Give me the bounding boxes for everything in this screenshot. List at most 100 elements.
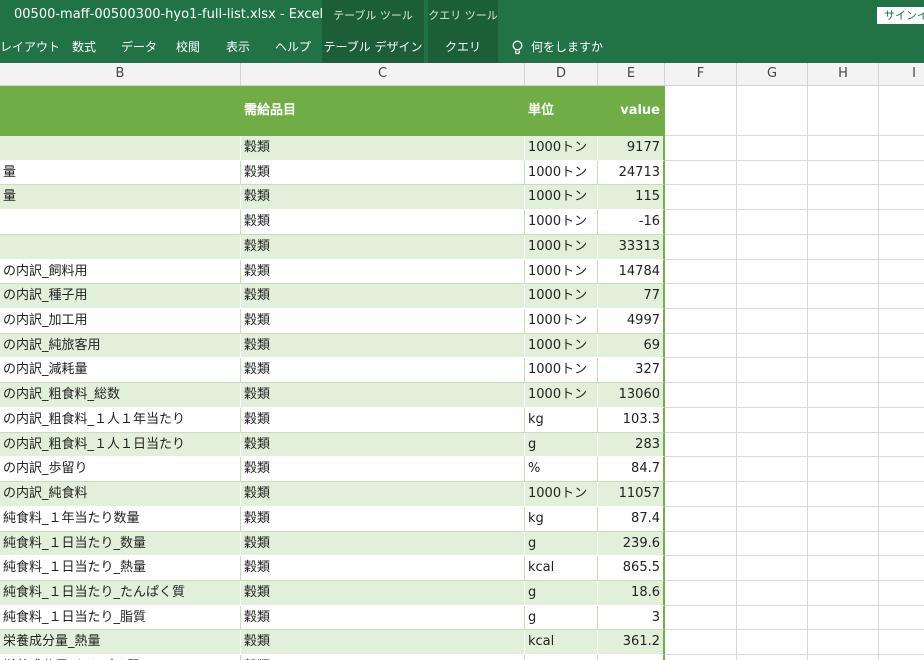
- empty-cell[interactable]: [737, 432, 808, 458]
- cell-e[interactable]: 7.8: [598, 655, 665, 660]
- tab-view[interactable]: 表示: [226, 32, 250, 63]
- cell-e[interactable]: 327: [598, 358, 665, 384]
- cell-b[interactable]: の内訳_純旅客用: [0, 333, 241, 359]
- cell-d[interactable]: 単位: [525, 86, 598, 136]
- cell-b[interactable]: の内訳_種子用: [0, 284, 241, 310]
- tab-page-layout[interactable]: レイアウト: [0, 32, 60, 63]
- empty-cell[interactable]: [665, 556, 737, 581]
- empty-cell[interactable]: [665, 86, 737, 136]
- empty-cell[interactable]: [665, 309, 737, 334]
- cell-c[interactable]: 穀類: [241, 630, 525, 656]
- cell-c[interactable]: 穀類: [241, 506, 525, 532]
- cell-e[interactable]: -16: [598, 210, 665, 235]
- empty-cell[interactable]: [665, 457, 737, 483]
- cell-d[interactable]: kcal: [525, 556, 598, 581]
- empty-cell[interactable]: [808, 210, 879, 235]
- cell-e[interactable]: 865.5: [598, 556, 665, 581]
- cell-b[interactable]: の内訳_粗食料_総数: [0, 383, 241, 408]
- empty-cell[interactable]: [737, 259, 808, 285]
- cell-b[interactable]: [0, 86, 241, 136]
- empty-cell[interactable]: [808, 605, 879, 631]
- empty-cell[interactable]: [879, 235, 924, 260]
- cell-e[interactable]: 84.7: [598, 457, 665, 483]
- cell-b[interactable]: の内訳_減耗量: [0, 358, 241, 384]
- empty-cell[interactable]: [808, 309, 879, 334]
- column-header-e[interactable]: E: [598, 63, 665, 85]
- cell-b[interactable]: の内訳_歩留り: [0, 457, 241, 483]
- empty-cell[interactable]: [879, 507, 924, 532]
- cell-c[interactable]: 穀類: [241, 309, 525, 334]
- empty-cell[interactable]: [808, 259, 879, 285]
- cell-e[interactable]: 239.6: [598, 531, 665, 557]
- empty-cell[interactable]: [879, 334, 924, 359]
- empty-cell[interactable]: [737, 383, 808, 408]
- cell-c[interactable]: 穀類: [241, 482, 525, 507]
- empty-cell[interactable]: [737, 407, 808, 433]
- empty-cell[interactable]: [808, 506, 879, 532]
- empty-cell[interactable]: [737, 655, 808, 660]
- cell-d[interactable]: g: [525, 531, 598, 557]
- cell-e[interactable]: value: [598, 86, 665, 136]
- empty-cell[interactable]: [737, 333, 808, 359]
- empty-cell[interactable]: [879, 210, 924, 235]
- empty-cell[interactable]: [737, 531, 808, 557]
- empty-cell[interactable]: [737, 506, 808, 532]
- empty-cell[interactable]: [808, 383, 879, 408]
- empty-cell[interactable]: [665, 358, 737, 384]
- cell-d[interactable]: kg: [525, 506, 598, 532]
- cell-e[interactable]: 69: [598, 333, 665, 359]
- cell-d[interactable]: %: [525, 457, 598, 483]
- cell-b[interactable]: 純食料_１日当たり_熱量: [0, 556, 241, 581]
- empty-cell[interactable]: [737, 630, 808, 656]
- cell-d[interactable]: 1000トン: [525, 259, 598, 285]
- cell-e[interactable]: 87.4: [598, 506, 665, 532]
- cell-e[interactable]: 115: [598, 185, 665, 211]
- cell-d[interactable]: kcal: [525, 630, 598, 656]
- empty-cell[interactable]: [879, 284, 924, 310]
- cell-d[interactable]: 1000トン: [525, 234, 598, 260]
- empty-cell[interactable]: [665, 407, 737, 433]
- empty-cell[interactable]: [879, 136, 924, 161]
- cell-d[interactable]: g: [525, 605, 598, 631]
- cell-d[interactable]: g: [525, 655, 598, 660]
- cell-e[interactable]: 14784: [598, 259, 665, 285]
- cell-c[interactable]: 需給品目: [241, 86, 525, 136]
- tell-me-search[interactable]: 何をしますか: [512, 32, 603, 63]
- empty-cell[interactable]: [879, 161, 924, 186]
- empty-cell[interactable]: [737, 210, 808, 235]
- empty-cell[interactable]: [665, 259, 737, 285]
- cell-b[interactable]: 純食料_１日当たり_脂質: [0, 605, 241, 631]
- empty-cell[interactable]: [737, 309, 808, 334]
- empty-cell[interactable]: [808, 333, 879, 359]
- cell-d[interactable]: g: [525, 432, 598, 458]
- cell-c[interactable]: 穀類: [241, 655, 525, 660]
- cell-b[interactable]: 純食料_１日当たり_数量: [0, 531, 241, 557]
- empty-cell[interactable]: [665, 531, 737, 557]
- cell-d[interactable]: 1000トン: [525, 160, 598, 186]
- signin-button[interactable]: サインイン: [877, 7, 924, 24]
- cell-e[interactable]: 3: [598, 605, 665, 631]
- empty-cell[interactable]: [808, 531, 879, 557]
- empty-cell[interactable]: [808, 407, 879, 433]
- cell-e[interactable]: 13060: [598, 383, 665, 408]
- empty-cell[interactable]: [808, 234, 879, 260]
- empty-cell[interactable]: [737, 86, 808, 136]
- empty-cell[interactable]: [737, 556, 808, 581]
- empty-cell[interactable]: [808, 556, 879, 581]
- empty-cell[interactable]: [665, 655, 737, 660]
- tab-query[interactable]: クエリ: [428, 32, 498, 63]
- column-header-f[interactable]: F: [665, 63, 737, 85]
- cell-c[interactable]: 穀類: [241, 185, 525, 211]
- empty-cell[interactable]: [665, 506, 737, 532]
- cell-b[interactable]: 栄養成分量_たんぱく質: [0, 655, 241, 660]
- empty-cell[interactable]: [808, 580, 879, 606]
- empty-cell[interactable]: [737, 284, 808, 310]
- empty-cell[interactable]: [737, 185, 808, 211]
- empty-cell[interactable]: [808, 86, 879, 136]
- cell-c[interactable]: 穀類: [241, 383, 525, 408]
- empty-cell[interactable]: [737, 234, 808, 260]
- empty-cell[interactable]: [879, 309, 924, 334]
- cell-c[interactable]: 穀類: [241, 531, 525, 557]
- empty-cell[interactable]: [665, 630, 737, 656]
- empty-cell[interactable]: [808, 284, 879, 310]
